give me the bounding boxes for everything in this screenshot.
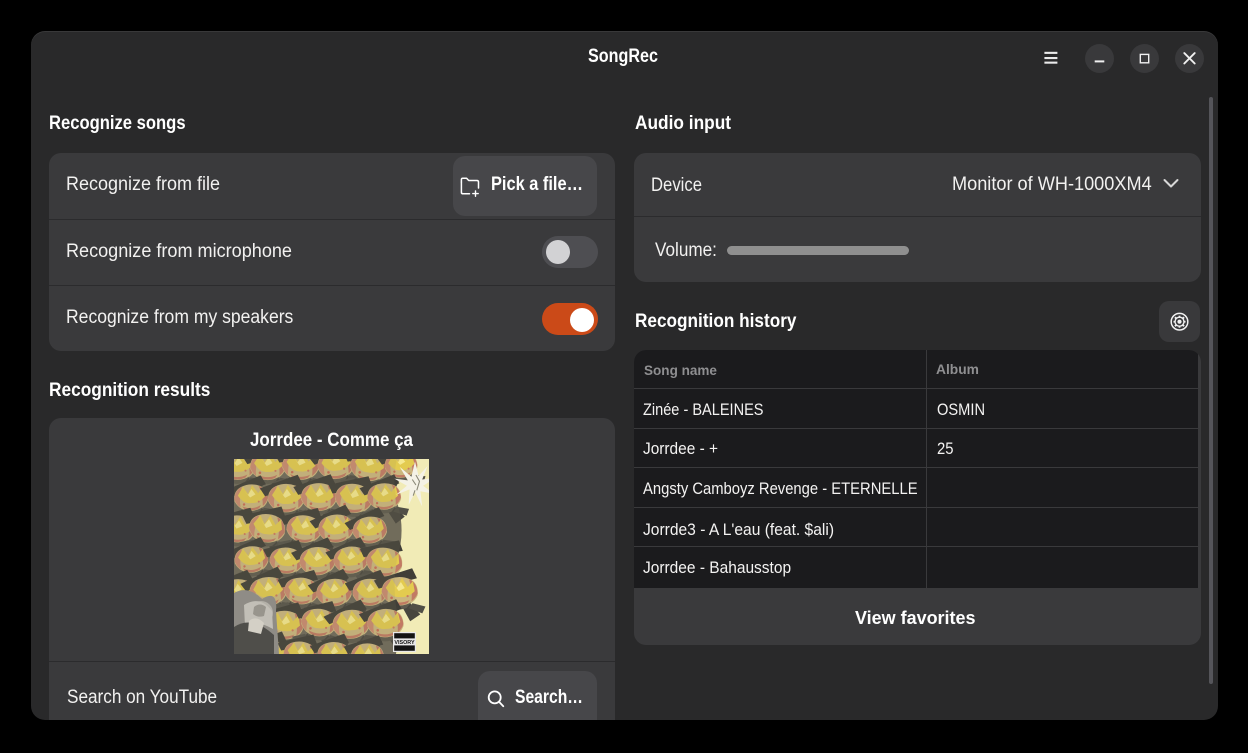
svg-text:VISORY: VISORY (394, 640, 415, 646)
